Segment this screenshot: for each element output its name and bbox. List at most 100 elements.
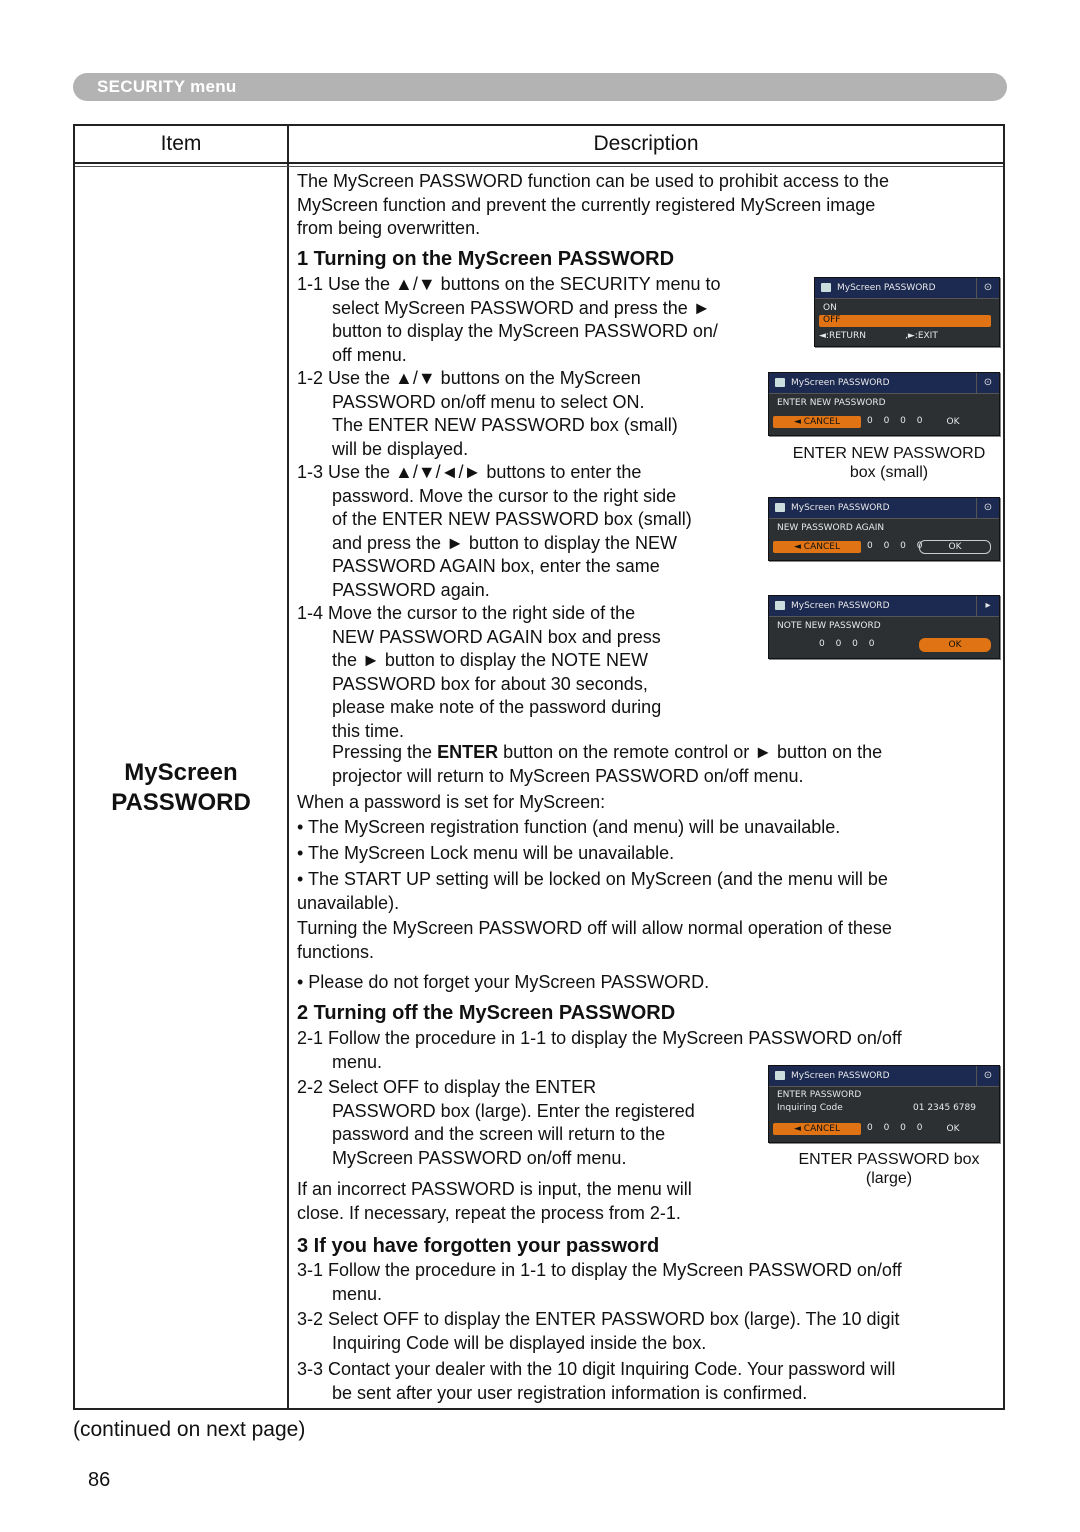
text-line: projector will return to MyScreen PASSWO… (332, 765, 804, 786)
osd-title-bar: MyScreen PASSWORD ▸ (769, 596, 999, 617)
osd-new-password-again: MyScreen PASSWORD ⊙ NEW PASSWORD AGAIN ◄ … (768, 497, 1000, 561)
screen-icon (775, 601, 785, 610)
text-line: MyScreen function and prevent the curren… (297, 194, 876, 215)
osd-cancel: ◄ CANCEL (773, 1123, 861, 1135)
osd-label: NOTE NEW PASSWORD (777, 621, 881, 631)
osd-cancel: ◄ CANCEL (773, 541, 861, 553)
text-line: The MyScreen PASSWORD function can be us… (297, 171, 889, 191)
caption-line: ENTER PASSWORD box (798, 1151, 980, 1168)
bullet: • The START UP setting will be locked on… (297, 868, 888, 915)
step-2-2: 2-2 Select OFF to display the ENTER PASS… (297, 1076, 695, 1170)
text-line: Turning the MyScreen PASSWORD off will a… (297, 918, 892, 938)
osd-label: ENTER PASSWORD (777, 1090, 862, 1100)
text-line: The ENTER NEW PASSWORD box (small) (332, 415, 678, 435)
bullet: • The MyScreen registration function (an… (297, 817, 841, 837)
caption-line: ENTER NEW PASSWORD (792, 445, 986, 462)
step-1-2: 1-2 Use the ▲/▼ buttons on the MyScreen … (297, 367, 678, 461)
page-number: 86 (88, 1469, 111, 1491)
column-divider (287, 126, 289, 1408)
osd-digits: 0 0 0 0 (867, 541, 927, 551)
caption-large: ENTER PASSWORD box (large) (775, 1150, 1003, 1188)
screen-icon (775, 503, 785, 512)
osd-title-bar: MyScreen PASSWORD ⊙ (769, 373, 999, 394)
text-line: 1-2 Use the ▲/▼ buttons on the MyScreen (297, 368, 641, 388)
step-1-1: 1-1 Use the ▲/▼ buttons on the SECURITY … (297, 273, 721, 367)
osd-inquiring-code: 01 2345 6789 (913, 1103, 976, 1113)
caption-line: (large) (865, 1170, 913, 1187)
osd-ok: OK (946, 1124, 960, 1134)
osd-title: MyScreen PASSWORD (791, 378, 890, 388)
turning-off-note: Turning the MyScreen PASSWORD off will a… (297, 917, 892, 964)
text-span: Pressing the (332, 742, 438, 762)
text-line: If an incorrect PASSWORD is input, the m… (297, 1179, 692, 1199)
osd-title: MyScreen PASSWORD (791, 1071, 890, 1081)
caption-small: ENTER NEW PASSWORD box (small) (775, 444, 1003, 482)
osd-digits: 0 0 0 0 (819, 639, 879, 649)
text-line: 1-1 Use the ▲/▼ buttons on the SECURITY … (297, 274, 721, 294)
step-1-4: 1-4 Move the cursor to the right side of… (297, 602, 661, 743)
enter-note: Pressing the ENTER button on the remote … (297, 741, 882, 788)
osd-option-off: OFF (819, 315, 991, 327)
osd-enter-new-password: MyScreen PASSWORD ⊙ ENTER NEW PASSWORD ◄ … (768, 372, 1000, 436)
osd-return-hint: ◄:RETURN (819, 331, 866, 341)
osd-inquiring-label: Inquiring Code (777, 1103, 843, 1113)
text-line: 3-1 Follow the procedure in 1-1 to displ… (297, 1260, 902, 1280)
screen-icon (775, 378, 785, 387)
text-line: Inquiring Code will be displayed inside … (332, 1332, 707, 1353)
text-line: PASSWORD on/off menu to select ON. (332, 391, 645, 412)
section2-heading: 2 Turning off the MyScreen PASSWORD (297, 1002, 676, 1024)
osd-onoff-menu: MyScreen PASSWORD ⊙ ON OFF ◄:RETURN ,►:EX… (814, 277, 1000, 347)
bullet: • The MyScreen Lock menu will be unavail… (297, 843, 675, 863)
text-line: of the ENTER NEW PASSWORD box (small) (332, 509, 692, 529)
text-line: password and the screen will return to t… (332, 1124, 666, 1144)
text-line: 2-1 Follow the procedure in 1-1 to displ… (297, 1028, 902, 1048)
continued-note: (continued on next page) (73, 1418, 306, 1441)
osd-title-bar: MyScreen PASSWORD ⊙ (769, 498, 999, 519)
text-line: Pressing the ENTER button on the remote … (297, 741, 882, 765)
table-header: Item Description (75, 126, 1003, 164)
section3-heading: 3 If you have forgotten your password (297, 1235, 660, 1257)
header-rule (75, 166, 1003, 167)
osd-enter-password-large: MyScreen PASSWORD ⊙ ENTER PASSWORD Inquir… (768, 1065, 1000, 1143)
text-line: 1-3 Use the ▲/▼/◄/► buttons to enter the (297, 462, 642, 482)
header-description: Description (593, 132, 699, 155)
intro-text: The MyScreen PASSWORD function can be us… (297, 170, 889, 241)
text-line: off menu. (332, 344, 407, 365)
item-name-line: PASSWORD (111, 789, 251, 816)
section-banner: SECURITY menu (73, 73, 1007, 101)
item-name-line: MyScreen (124, 759, 238, 786)
text-line: • The START UP setting will be locked on… (297, 869, 888, 889)
text-line: will be displayed. (332, 438, 469, 459)
text-span: button on the remote control or ► button… (498, 742, 883, 762)
text-line: 3-3 Contact your dealer with the 10 digi… (297, 1359, 896, 1379)
play-icon: ▸ (976, 596, 999, 616)
osd-note-new-password: MyScreen PASSWORD ▸ NOTE NEW PASSWORD 0 0… (768, 595, 1000, 659)
enter-icon: ⊙ (976, 498, 999, 518)
text-line: MyScreen PASSWORD on/off menu. (332, 1147, 627, 1168)
text-line: select MyScreen PASSWORD and press the ► (332, 297, 711, 318)
step-1-3: 1-3 Use the ▲/▼/◄/► buttons to enter the… (297, 461, 692, 602)
screen-icon (775, 1071, 785, 1080)
osd-option-on: ON (823, 303, 837, 313)
text-line: functions. (297, 941, 375, 962)
header-item: Item (160, 132, 202, 155)
enter-key-label: ENTER (437, 742, 499, 762)
text-line: the ► button to display the NOTE NEW (332, 650, 648, 670)
text-line: close. If necessary, repeat the process … (297, 1202, 681, 1223)
osd-title: MyScreen PASSWORD (791, 503, 890, 513)
osd-title: MyScreen PASSWORD (837, 283, 936, 293)
osd-title-bar: MyScreen PASSWORD ⊙ (769, 1066, 999, 1087)
text-line: 3-2 Select OFF to display the ENTER PASS… (297, 1309, 900, 1329)
enter-icon: ⊙ (976, 373, 999, 393)
banner-label: SECURITY menu (97, 77, 237, 96)
screen-icon (821, 283, 831, 292)
text-line: menu. (332, 1283, 383, 1304)
text-line: 1-4 Move the cursor to the right side of… (297, 603, 636, 623)
text-line: and press the ► button to display the NE… (332, 532, 677, 553)
osd-title: MyScreen PASSWORD (791, 601, 890, 611)
text-line: PASSWORD box for about 30 seconds, (332, 673, 648, 694)
text-line: PASSWORD again. (332, 579, 490, 600)
osd-title-bar: MyScreen PASSWORD ⊙ (815, 278, 999, 299)
when-set-text: When a password is set for MyScreen: (297, 792, 606, 812)
text-line: from being overwritten. (297, 218, 481, 238)
